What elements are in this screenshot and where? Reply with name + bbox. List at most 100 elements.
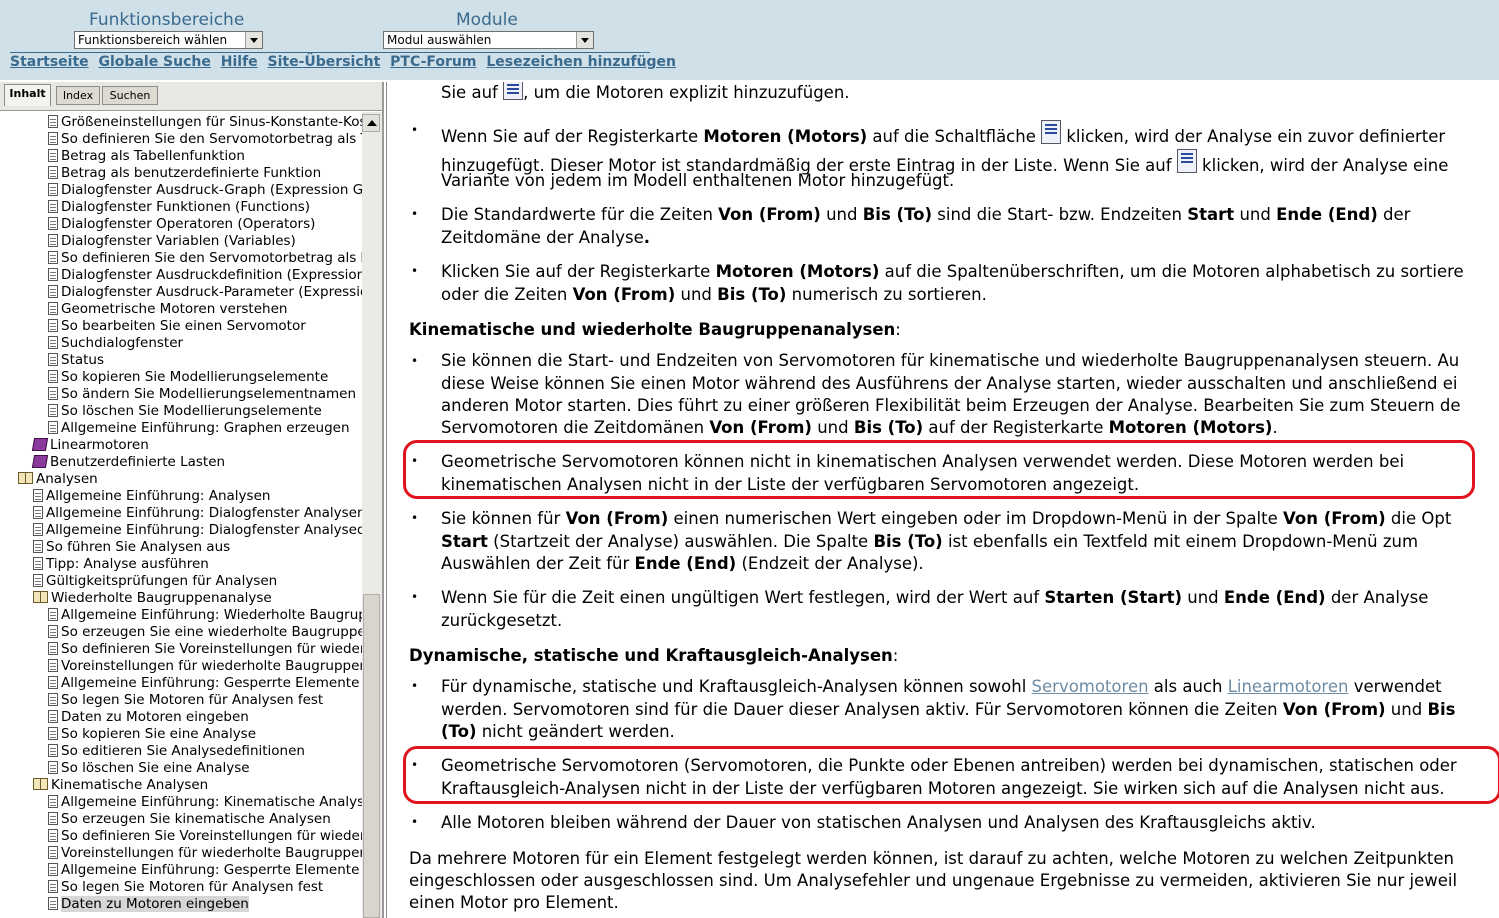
tree-item[interactable]: Allgemeine Einführung: Wiederholte Baugr… bbox=[48, 607, 362, 624]
doc-icon bbox=[48, 710, 58, 723]
scroll-up-arrow-icon[interactable] bbox=[362, 114, 380, 132]
doc-icon bbox=[48, 319, 58, 332]
nav-link-add-bookmark[interactable]: Lesezeichen hinzufügen bbox=[486, 54, 676, 70]
doc-icon bbox=[48, 183, 58, 196]
tab-index[interactable]: Index bbox=[56, 86, 100, 105]
tree-item[interactable]: So löschen Sie Modellierungselemente bbox=[48, 403, 322, 420]
link-linear-motors[interactable]: Linearmotoren bbox=[1228, 677, 1349, 696]
tree-item[interactable]: Kinematische Analysen bbox=[33, 777, 208, 794]
tree-item[interactable]: Linearmotoren bbox=[31, 437, 149, 454]
tree-item-label: So definieren Sie den Servomotorbetrag a… bbox=[61, 250, 362, 266]
tree-scrollbar[interactable] bbox=[362, 112, 382, 918]
tree-item[interactable]: Betrag als benutzerdefinierte Funktion bbox=[48, 165, 321, 182]
bullet-icon: • bbox=[411, 264, 419, 278]
list-item-text: Für dynamische, statische und Kraftausgl… bbox=[441, 677, 1442, 696]
tree-item-label: So definieren Sie den Servomotorbetrag a… bbox=[61, 131, 362, 147]
doc-icon bbox=[48, 625, 58, 638]
functional-area-select[interactable]: Funktionsbereich wählen bbox=[74, 31, 263, 49]
contents-tree: Größeneinstellungen für Sinus-Konstante-… bbox=[0, 112, 362, 918]
tree-item[interactable]: So definieren Sie den Servomotorbetrag a… bbox=[48, 131, 362, 148]
tree-item[interactable]: Dialogfenster Ausdruck-Parameter (Expres… bbox=[48, 284, 362, 301]
doc-icon bbox=[33, 489, 43, 502]
tree-item[interactable]: So definieren Sie den Servomotorbetrag a… bbox=[48, 250, 362, 267]
tree-item[interactable]: Betrag als Tabellenfunktion bbox=[48, 148, 245, 165]
tree-item[interactable]: Analysen bbox=[18, 471, 98, 488]
tab-contents[interactable]: Inhalt bbox=[4, 84, 51, 106]
tree-item[interactable]: So bearbeiten Sie einen Servomotor bbox=[48, 318, 306, 335]
tree-item[interactable]: So kopieren Sie eine Analyse bbox=[48, 726, 256, 743]
doc-icon bbox=[48, 149, 58, 162]
tree-item[interactable]: Allgemeine Einführung: Graphen erzeugen bbox=[48, 420, 350, 437]
tree-item[interactable]: So erzeugen Sie kinematische Analysen bbox=[48, 811, 331, 828]
chevron-down-icon[interactable] bbox=[245, 32, 262, 48]
bullet-icon: • bbox=[411, 590, 419, 604]
tree-item[interactable]: Status bbox=[48, 352, 104, 369]
tree-item[interactable]: So definieren Sie Voreinstellungen für w… bbox=[48, 641, 362, 658]
doc-icon bbox=[48, 268, 58, 281]
tree-item[interactable]: Allgemeine Einführung: Gesperrte Element… bbox=[48, 862, 362, 879]
tree-item[interactable]: So ändern Sie Modellierungselementnamen bbox=[48, 386, 356, 403]
tree-item-label: Daten zu Motoren eingeben bbox=[61, 896, 249, 912]
tree-item[interactable]: Dialogfenster Ausdruckdefinition (Expres… bbox=[48, 267, 362, 284]
tree-item[interactable]: Daten zu Motoren eingeben bbox=[48, 896, 249, 913]
list-item-text: kinematischen Analysen nicht in der List… bbox=[441, 475, 1140, 494]
doc-icon bbox=[48, 846, 58, 859]
tree-item[interactable]: Allgemeine Einführung: Kinematische Anal… bbox=[48, 794, 362, 811]
tab-search[interactable]: Suchen bbox=[102, 86, 158, 105]
tree-item[interactable]: So führen Sie Analysen aus bbox=[33, 539, 230, 556]
tree-item[interactable]: Geometrische Motoren verstehen bbox=[48, 301, 287, 318]
doc-icon bbox=[48, 370, 58, 383]
module-select[interactable]: Modul auswählen bbox=[383, 31, 594, 49]
tree-item[interactable]: Benutzerdefinierte Lasten bbox=[31, 454, 225, 471]
tree-item[interactable]: Voreinstellungen für wiederholte Baugrup… bbox=[48, 845, 362, 862]
nav-link-global-search[interactable]: Globale Suche bbox=[99, 54, 211, 70]
tree-item[interactable]: Gültigkeitsprüfungen für Analysen bbox=[33, 573, 277, 590]
tree-item[interactable]: Dialogfenster Funktionen (Functions) bbox=[48, 199, 310, 216]
bullet-icon: • bbox=[411, 454, 419, 468]
tree-item-label: So löschen Sie eine Analyse bbox=[61, 760, 250, 776]
scrollbar-thumb[interactable] bbox=[363, 594, 380, 918]
header-divider bbox=[10, 52, 650, 53]
doc-icon bbox=[48, 387, 58, 400]
tree-item[interactable]: Voreinstellungen für wiederholte Baugrup… bbox=[48, 658, 362, 675]
tree-item-label: So löschen Sie Modellierungselemente bbox=[61, 403, 322, 419]
tree-item[interactable]: Allgemeine Einführung: Dialogfenster Ana… bbox=[33, 505, 362, 522]
tree-item[interactable]: Allgemeine Einführung: Analysen bbox=[33, 488, 270, 505]
tree-item[interactable]: Daten zu Motoren eingeben bbox=[48, 709, 249, 726]
tree-item[interactable]: Dialogfenster Ausdruck-Graph (Expression… bbox=[48, 182, 362, 199]
tree-item[interactable]: So legen Sie Motoren für Analysen fest bbox=[48, 692, 323, 709]
tree-item[interactable]: Allgemeine Einführung: Dialogfenster Ana… bbox=[33, 522, 362, 539]
tree-item-label: Dialogfenster Ausdruck-Graph (Expression… bbox=[61, 182, 362, 198]
tree-item[interactable]: Suchdialogfenster bbox=[48, 335, 183, 352]
list-item-text: Sie können die Start- und Endzeiten von … bbox=[441, 351, 1460, 370]
tree-item[interactable]: So löschen Sie eine Analyse bbox=[48, 760, 250, 777]
nav-link-ptc-forum[interactable]: PTC-Forum bbox=[390, 54, 476, 70]
tree-item[interactable]: So kopieren Sie Modellierungselemente bbox=[48, 369, 328, 386]
bullet-icon: • bbox=[411, 354, 419, 368]
tree-item[interactable]: Größeneinstellungen für Sinus-Konstante-… bbox=[48, 114, 362, 131]
chevron-down-icon[interactable] bbox=[576, 32, 593, 48]
tree-item[interactable]: Tipp: Analyse ausführen bbox=[33, 556, 209, 573]
tree-item[interactable]: So editieren Sie Analysedefinitionen bbox=[48, 743, 305, 760]
link-servomotors[interactable]: Servomotoren bbox=[1032, 677, 1149, 696]
nav-link-home[interactable]: Startseite bbox=[10, 54, 89, 70]
tree-item-label: Voreinstellungen für wiederholte Baugrup… bbox=[61, 845, 362, 861]
add-motor-button-icon[interactable] bbox=[1041, 120, 1062, 144]
add-motors-icon[interactable] bbox=[503, 82, 524, 100]
doc-icon bbox=[48, 217, 58, 230]
nav-link-help[interactable]: Hilfe bbox=[221, 54, 258, 70]
list-item-text: Klicken Sie auf der Registerkarte Motore… bbox=[441, 262, 1464, 281]
tree-item[interactable]: Wiederholte Baugruppenanalyse bbox=[33, 590, 272, 607]
nav-link-sitemap[interactable]: Site-Übersicht bbox=[268, 54, 381, 70]
tree-item[interactable]: Allgemeine Einführung: Gesperrte Element… bbox=[48, 675, 362, 692]
tree-item[interactable]: So legen Sie Motoren für Analysen fest bbox=[48, 879, 323, 896]
tree-item[interactable]: So definieren Sie Voreinstellungen für w… bbox=[48, 828, 362, 845]
tree-item-label: Voreinstellungen für wiederholte Baugrup… bbox=[61, 658, 362, 674]
list-item-text: anderen Motor starten. Dies führt zu ein… bbox=[441, 396, 1461, 415]
paragraph-text: einen Motor pro Element. bbox=[409, 893, 619, 912]
tree-item[interactable]: Dialogfenster Operatoren (Operators) bbox=[48, 216, 315, 233]
tree-item[interactable]: Dialogfenster Variablen (Variables) bbox=[48, 233, 296, 250]
tree-item[interactable]: So erzeugen Sie eine wiederholte Baugrup… bbox=[48, 624, 362, 641]
doc-icon bbox=[48, 727, 58, 740]
tree-item-label: Geometrische Motoren verstehen bbox=[61, 301, 288, 317]
